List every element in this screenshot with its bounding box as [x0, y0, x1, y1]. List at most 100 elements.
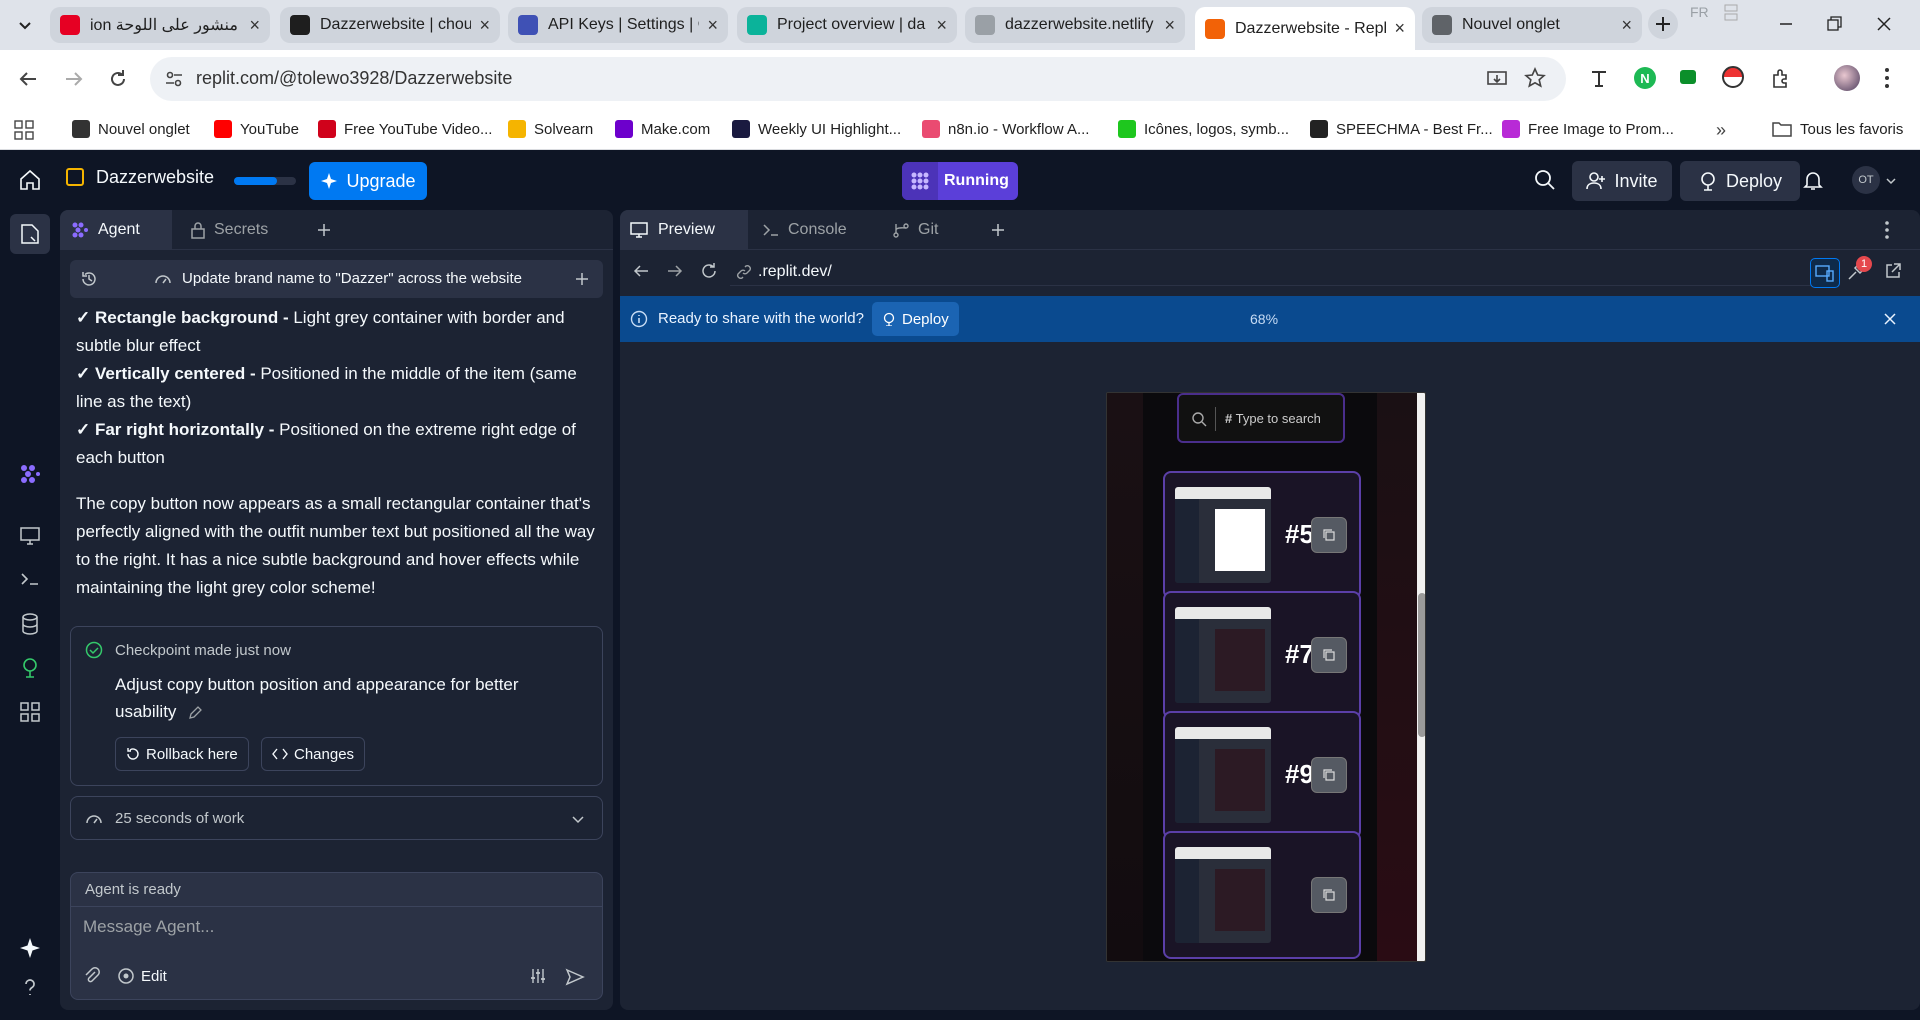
bookmark-item[interactable]: Icônes, logos, symb...: [1118, 116, 1289, 142]
outfit-card[interactable]: #5: [1163, 471, 1361, 599]
forward-icon[interactable]: [62, 67, 86, 91]
database-icon[interactable]: [18, 612, 42, 636]
device-toggle-button[interactable]: [1810, 258, 1840, 288]
bookmark-item[interactable]: n8n.io - Workflow A...: [922, 116, 1089, 142]
bookmark-item[interactable]: Make.com: [615, 116, 710, 142]
new-tab-button[interactable]: [1648, 9, 1678, 39]
preview-url-bar[interactable]: .replit.dev/: [730, 258, 1826, 286]
tab-console[interactable]: Console: [752, 210, 882, 250]
extension-pokeball-icon[interactable]: [1722, 66, 1744, 88]
site-info-icon[interactable]: [164, 69, 184, 89]
add-tab-icon[interactable]: [316, 222, 332, 238]
settings-sliders-icon[interactable]: [529, 967, 547, 985]
preview-forward-icon[interactable]: [666, 262, 684, 280]
expand-chevron-icon[interactable]: [571, 812, 585, 826]
close-tab-icon[interactable]: ×: [1394, 18, 1405, 39]
browser-tab[interactable]: ion منشور على اللوحة ×: [50, 7, 270, 43]
restore-icon[interactable]: [1824, 14, 1844, 34]
all-tools-grid-icon[interactable]: [18, 700, 42, 724]
upgrade-button[interactable]: Upgrade: [309, 162, 427, 200]
close-tab-icon[interactable]: ×: [1621, 15, 1632, 36]
copy-button[interactable]: [1311, 517, 1347, 553]
outfit-card[interactable]: #7: [1163, 591, 1361, 719]
bookmark-star-icon[interactable]: [1524, 67, 1546, 89]
extension-chat-icon[interactable]: [1680, 70, 1696, 84]
agent-icon[interactable]: [18, 462, 42, 486]
bookmark-item[interactable]: SPEECHMA - Best Fr...: [1310, 116, 1493, 142]
browser-menu-icon[interactable]: [1884, 66, 1890, 90]
files-tool-button[interactable]: [10, 214, 50, 254]
tab-preview[interactable]: Preview: [620, 210, 748, 250]
changes-button[interactable]: Changes: [261, 737, 366, 771]
close-tab-icon[interactable]: ×: [479, 15, 490, 36]
edit-pencil-icon[interactable]: [187, 705, 203, 721]
close-tab-icon[interactable]: ×: [936, 15, 947, 36]
all-bookmarks[interactable]: Tous les favoris: [1772, 116, 1903, 142]
profile-avatar[interactable]: [1834, 65, 1860, 91]
message-input[interactable]: Message Agent...: [83, 917, 214, 937]
tab-agent[interactable]: Agent: [60, 210, 172, 250]
add-pane-tab-icon[interactable]: [990, 222, 1006, 238]
shell-icon[interactable]: [18, 567, 42, 591]
bookmark-item[interactable]: Solvearn: [508, 116, 593, 142]
bookmark-item[interactable]: Nouvel onglet: [72, 116, 190, 142]
extension-n-icon[interactable]: N: [1634, 67, 1656, 89]
bookmark-item[interactable]: Weekly UI Highlight...: [732, 116, 901, 142]
preview-scroll-thumb[interactable]: [1418, 593, 1425, 737]
reload-icon[interactable]: [106, 67, 130, 91]
run-status-button[interactable]: Running: [902, 162, 1018, 200]
invite-button[interactable]: Invite: [1572, 161, 1672, 201]
outfit-card[interactable]: #9: [1163, 711, 1361, 839]
pane-menu-icon[interactable]: [1884, 220, 1890, 240]
minimize-icon[interactable]: [1776, 14, 1796, 34]
help-icon[interactable]: [18, 976, 42, 1000]
tab-secrets[interactable]: Secrets: [180, 210, 300, 250]
url-text[interactable]: replit.com/@tolewo3928/Dazzerwebsite: [196, 68, 512, 89]
new-thread-icon[interactable]: [574, 271, 590, 287]
preview-search-box[interactable]: # Type to search: [1177, 393, 1345, 443]
preview-back-icon[interactable]: [632, 262, 650, 280]
browser-tab[interactable]: API Keys | Settings | C ×: [508, 7, 728, 43]
deployments-icon[interactable]: [18, 656, 42, 680]
extension-t-icon[interactable]: [1588, 67, 1610, 89]
attach-paperclip-icon[interactable]: [83, 967, 101, 985]
deploy-button[interactable]: Deploy: [1680, 161, 1800, 201]
more-bookmarks-icon[interactable]: »: [1716, 120, 1726, 141]
install-app-icon[interactable]: [1486, 68, 1508, 90]
extensions-puzzle-icon[interactable]: [1770, 67, 1792, 89]
edit-mode-button[interactable]: Edit: [117, 967, 167, 985]
rollback-button[interactable]: Rollback here: [115, 737, 249, 771]
preview-monitor-icon[interactable]: [18, 524, 42, 548]
ai-sparkle-icon[interactable]: [18, 936, 42, 960]
apps-grid-icon[interactable]: [14, 120, 34, 140]
copy-button[interactable]: [1311, 757, 1347, 793]
chevron-down-icon[interactable]: [1886, 176, 1896, 186]
address-bar[interactable]: replit.com/@tolewo3928/Dazzerwebsite: [150, 57, 1566, 101]
search-icon[interactable]: [1534, 169, 1556, 191]
browser-tab[interactable]: Dazzerwebsite - Repl ×: [1195, 7, 1415, 50]
close-window-icon[interactable]: [1874, 14, 1894, 34]
browser-tab[interactable]: Project overview | da ×: [737, 7, 957, 43]
close-banner-icon[interactable]: [1882, 311, 1898, 327]
user-avatar[interactable]: OT: [1852, 166, 1880, 194]
bookmark-item[interactable]: Free Image to Prom...: [1502, 116, 1674, 142]
work-summary[interactable]: 25 seconds of work: [70, 796, 603, 840]
send-icon[interactable]: [565, 967, 585, 987]
close-tab-icon[interactable]: ×: [707, 15, 718, 36]
home-icon[interactable]: [18, 168, 42, 192]
outfit-card[interactable]: [1163, 831, 1361, 959]
close-tab-icon[interactable]: ×: [1164, 15, 1175, 36]
tab-search-icon[interactable]: [14, 14, 36, 36]
bookmark-item[interactable]: YouTube: [214, 116, 299, 142]
bookmark-item[interactable]: Free YouTube Video...: [318, 116, 492, 142]
browser-tab[interactable]: Dazzerwebsite | chou ×: [280, 7, 500, 43]
project-name[interactable]: Dazzerwebsite: [96, 167, 214, 188]
open-new-tab-icon[interactable]: [1884, 262, 1902, 280]
notifications-bell-icon[interactable]: [1802, 169, 1824, 191]
preview-reload-icon[interactable]: [700, 262, 718, 280]
back-icon[interactable]: [16, 67, 40, 91]
banner-deploy-button[interactable]: Deploy: [872, 302, 959, 336]
copy-button[interactable]: [1311, 877, 1347, 913]
history-icon[interactable]: [80, 270, 98, 288]
browser-tab[interactable]: dazzerwebsite.netlify ×: [965, 7, 1185, 43]
